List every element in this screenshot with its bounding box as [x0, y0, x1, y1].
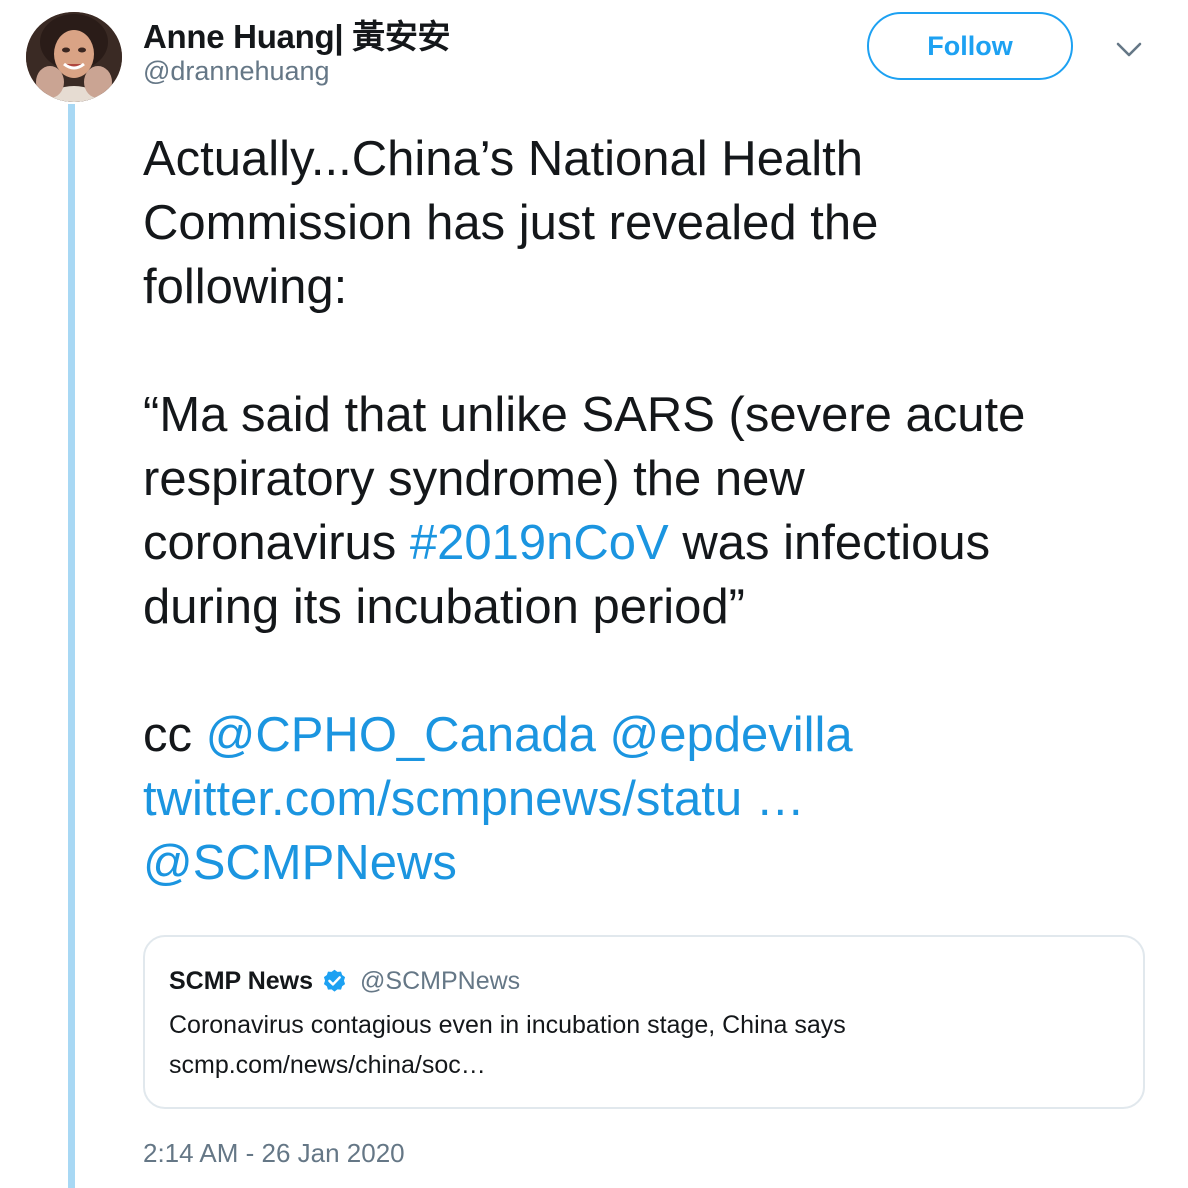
tweet-line: respiratory syndrome) the new: [143, 452, 805, 506]
tweet-line: “Ma said that unlike SARS (severe acute: [143, 388, 1026, 442]
tweet-container: Anne Huang| 黃安安 @drannehuang Follow Actu…: [0, 0, 1188, 1188]
author-name[interactable]: Anne Huang| 黃安安: [143, 10, 451, 58]
quoted-tweet-header: SCMP News @SCMPNews: [169, 967, 520, 996]
hashtag-link[interactable]: #2019nCoV: [410, 516, 669, 570]
quoted-tweet-card[interactable]: SCMP News @SCMPNews Coronavirus contagio…: [143, 935, 1145, 1109]
follow-button[interactable]: Follow: [867, 12, 1073, 80]
tweet-line: @SCMPNews: [143, 831, 1173, 895]
tweet-line: Commission has just revealed the: [143, 196, 879, 250]
url-link[interactable]: twitter.com/scmpnews/statu …: [143, 772, 805, 826]
avatar-photo-icon: [26, 12, 122, 102]
tweet-line: following:: [143, 260, 348, 314]
tweet-line: coronavirus #2019nCoV was infectious: [143, 511, 1173, 575]
avatar[interactable]: [26, 12, 122, 102]
quoted-tweet-url: scmp.com/news/china/soc…: [169, 1051, 486, 1079]
tweet-line: Actually...China’s National Health: [143, 132, 863, 186]
verified-badge-icon: [323, 969, 346, 992]
tweet-text-fragment: cc: [143, 708, 206, 762]
tweet-text-fragment: coronavirus: [143, 516, 410, 570]
quoted-tweet-text: Coronavirus contagious even in incubatio…: [169, 1011, 846, 1039]
tweet-line: during its incubation period”: [143, 580, 745, 634]
mention-link-scmp[interactable]: @SCMPNews: [143, 836, 457, 890]
mention-link-epdevilla[interactable]: @epdevilla: [609, 708, 852, 762]
quoted-tweet-author-name: SCMP News: [169, 967, 314, 995]
tweet-line: cc @CPHO_Canada @epdevilla: [143, 703, 1173, 767]
thread-line: [68, 104, 75, 1188]
author-handle[interactable]: @drannehuang: [143, 56, 330, 87]
quoted-tweet-author-handle: @SCMPNews: [360, 967, 521, 995]
tweet-text: Actually...China’s National Health Commi…: [143, 127, 1173, 895]
mention-link-cpho[interactable]: @CPHO_Canada: [206, 708, 596, 762]
tweet-text-fragment: was infectious: [668, 516, 991, 570]
chevron-down-icon[interactable]: [1114, 38, 1144, 62]
tweet-line: twitter.com/scmpnews/statu …: [143, 767, 1173, 831]
tweet-timestamp[interactable]: 2:14 AM - 26 Jan 2020: [143, 1138, 405, 1169]
